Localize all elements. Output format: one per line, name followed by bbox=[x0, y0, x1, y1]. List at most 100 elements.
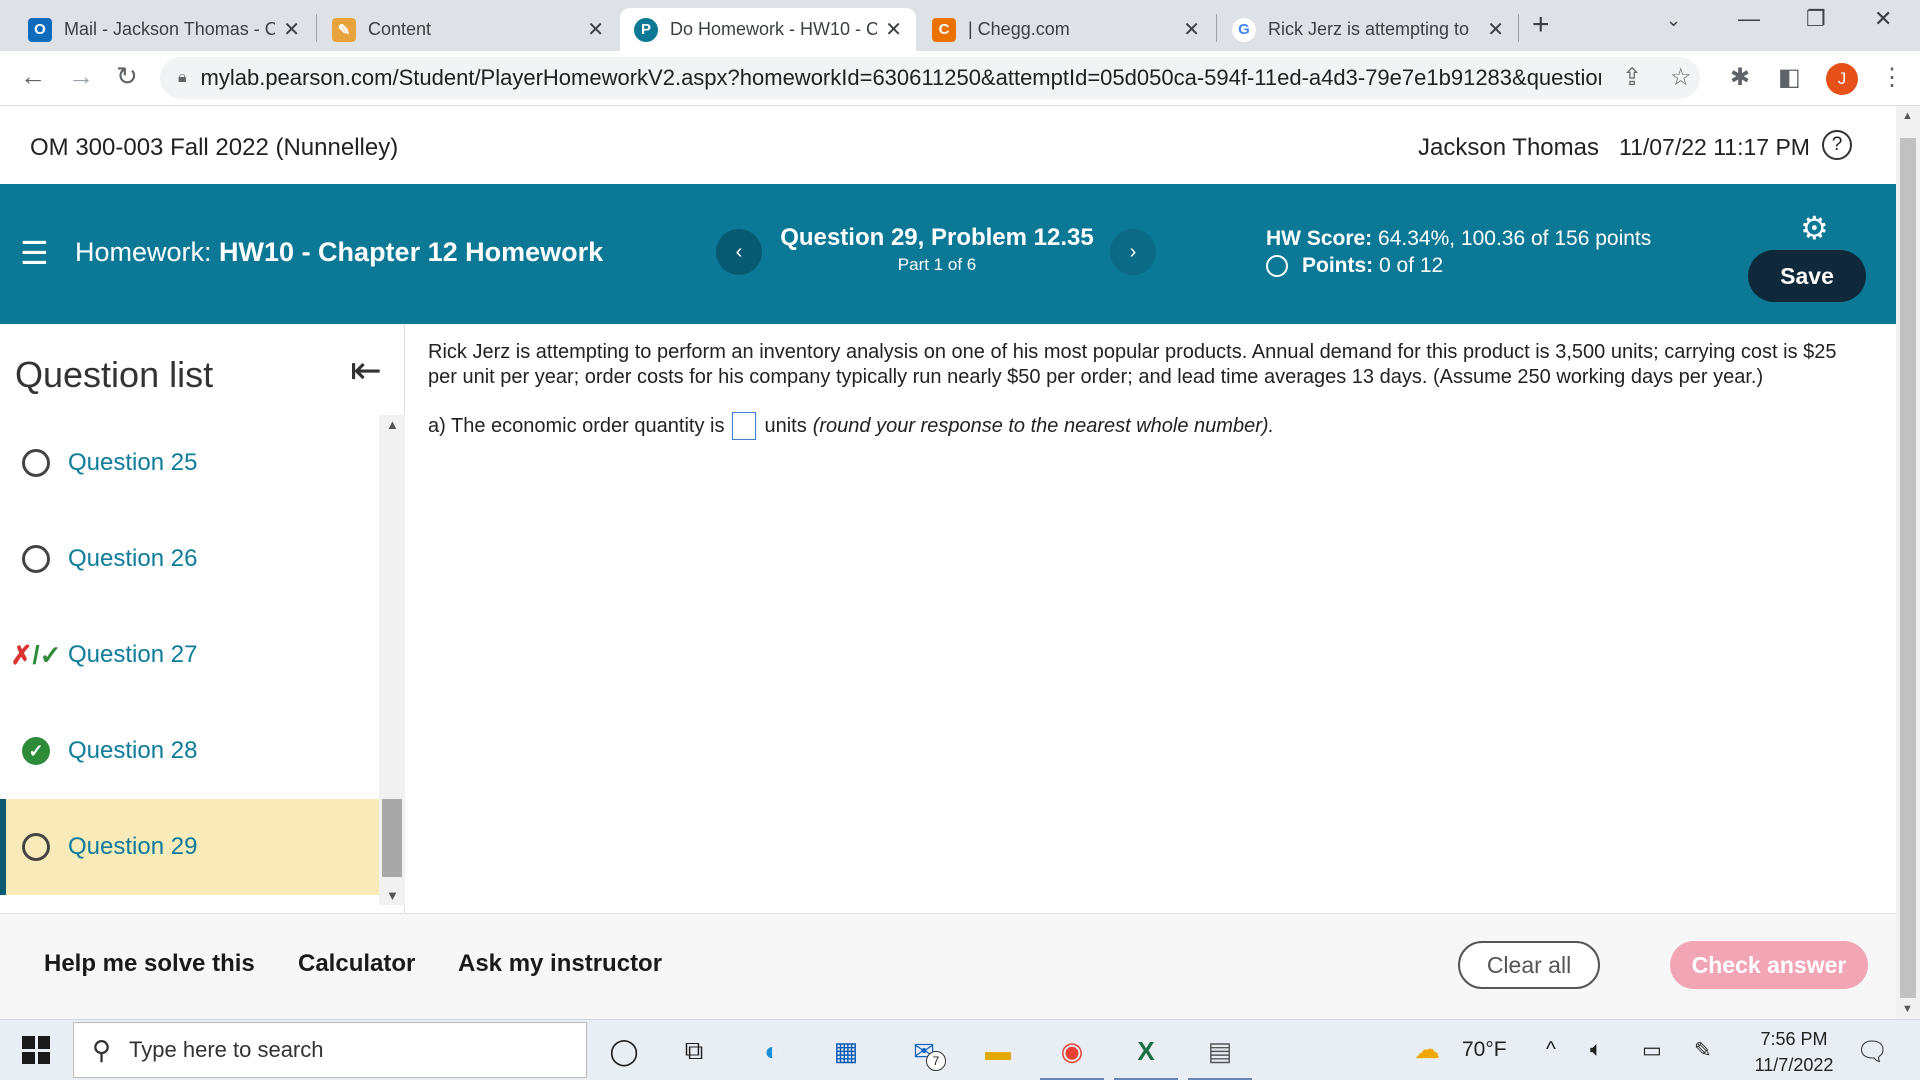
tab-title: Content bbox=[368, 19, 432, 39]
meet-now-icon[interactable]: ▭ bbox=[1642, 1038, 1662, 1063]
save-button[interactable]: Save bbox=[1748, 250, 1866, 302]
pen-icon[interactable]: ✎ bbox=[1694, 1038, 1712, 1063]
file-explorer-icon[interactable]: ▬ bbox=[978, 1031, 1018, 1071]
lock-icon: 🔒︎ bbox=[178, 69, 187, 86]
browser-toolbar: ← → ↻ 🔒︎ mylab.pearson.com/Student/Playe… bbox=[0, 51, 1920, 106]
mail-icon[interactable]: ✉ 7 bbox=[904, 1031, 946, 1071]
volume-muted-icon[interactable]: 🔈︎ bbox=[1590, 1038, 1603, 1062]
weather-icon[interactable]: ☁ bbox=[1414, 1034, 1440, 1065]
question-part: Part 1 of 6 bbox=[897, 255, 977, 274]
reload-icon[interactable]: ↻ bbox=[116, 61, 138, 92]
new-tab-button[interactable]: + bbox=[1532, 8, 1550, 42]
clear-all-button[interactable]: Clear all bbox=[1458, 941, 1600, 989]
task-view-icon[interactable]: ⧉ bbox=[674, 1031, 714, 1071]
close-window-button[interactable]: ✕ bbox=[1874, 6, 1892, 32]
profile-avatar[interactable]: J bbox=[1826, 63, 1858, 95]
bookmark-star-icon[interactable]: ☆ bbox=[1670, 63, 1692, 92]
close-tab-icon[interactable]: ✕ bbox=[283, 17, 300, 42]
chegg-icon: C bbox=[932, 17, 956, 42]
points: Points: 0 of 12 bbox=[1266, 254, 1443, 278]
help-me-solve-link[interactable]: Help me solve this bbox=[44, 950, 255, 978]
scroll-down-icon[interactable]: ▼ bbox=[1902, 1003, 1913, 1015]
chrome-icon[interactable]: ◉ bbox=[1040, 1031, 1104, 1080]
search-placeholder: Type here to search bbox=[129, 1037, 324, 1062]
gear-icon[interactable]: ⚙ bbox=[1800, 209, 1829, 247]
hw-score: HW Score: 64.34%, 100.36 of 156 points bbox=[1266, 227, 1651, 251]
question-title: Question 29, Problem 12.35 bbox=[780, 224, 1094, 251]
part-a-unit: units bbox=[764, 414, 807, 437]
question-item-label: Question 29 bbox=[68, 833, 198, 860]
restore-button[interactable]: ❐ bbox=[1806, 6, 1826, 32]
question-item-27[interactable]: ✗ / ✓ Question 27 bbox=[0, 607, 379, 703]
pearson-icon: P bbox=[634, 17, 658, 42]
question-list-scrollbar[interactable]: ▲ ▼ bbox=[379, 415, 405, 905]
weather-temp[interactable]: 70°F bbox=[1462, 1038, 1507, 1062]
mail-badge: 7 bbox=[926, 1051, 946, 1071]
unanswered-circle-icon bbox=[22, 449, 50, 477]
minimize-button[interactable]: — bbox=[1738, 6, 1760, 32]
windows-start-icon[interactable] bbox=[22, 1036, 50, 1064]
store-icon[interactable]: ▦ bbox=[826, 1031, 866, 1071]
edge-icon[interactable]: ◐ bbox=[752, 1031, 792, 1071]
tray-chevron-icon[interactable]: ^ bbox=[1546, 1038, 1556, 1062]
tab-content[interactable]: ✎ Content ✕ bbox=[318, 8, 618, 51]
calculator-link[interactable]: Calculator bbox=[298, 950, 415, 978]
menu-kebab-icon[interactable]: ⋮ bbox=[1880, 63, 1904, 92]
ask-instructor-link[interactable]: Ask my instructor bbox=[458, 950, 662, 978]
tab-search-icon[interactable]: ⌄ bbox=[1666, 10, 1681, 31]
hamburger-menu-icon[interactable]: ☰ bbox=[20, 234, 49, 272]
homework-label: Homework: bbox=[75, 237, 212, 267]
scroll-up-icon[interactable]: ▲ bbox=[1902, 110, 1913, 122]
taskbar-search-box[interactable]: ⚲ Type here to search bbox=[73, 1022, 587, 1078]
next-question-button[interactable]: › bbox=[1110, 229, 1156, 275]
unanswered-circle-icon bbox=[22, 545, 50, 573]
page-header: OM 300-003 Fall 2022 (Nunnelley) Jackson… bbox=[0, 106, 1896, 184]
page-scrollbar[interactable]: ▲ ▼ bbox=[1896, 106, 1920, 1019]
scroll-down-icon[interactable]: ▼ bbox=[386, 888, 399, 903]
question-item-25[interactable]: Question 25 bbox=[0, 415, 379, 511]
google-icon: G bbox=[1232, 17, 1256, 42]
close-tab-icon[interactable]: ✕ bbox=[885, 17, 902, 42]
tab-mail[interactable]: O Mail - Jackson Thomas - C ✕ bbox=[14, 8, 314, 51]
scrollbar-thumb[interactable] bbox=[1900, 138, 1916, 998]
excel-icon[interactable]: X bbox=[1114, 1031, 1178, 1080]
tab-do-homework[interactable]: P Do Homework - HW10 - C ✕ bbox=[620, 8, 916, 51]
forward-icon[interactable]: → bbox=[68, 61, 94, 92]
tab-chegg[interactable]: C | Chegg.com ✕ bbox=[918, 8, 1214, 51]
address-bar[interactable]: 🔒︎ mylab.pearson.com/Student/PlayerHomew… bbox=[160, 57, 1700, 99]
scrollbar-thumb[interactable] bbox=[382, 799, 402, 877]
question-item-26[interactable]: Question 26 bbox=[0, 511, 379, 607]
search-icon: ⚲ bbox=[92, 1034, 112, 1065]
eoq-answer-input[interactable] bbox=[732, 412, 757, 440]
question-item-28[interactable]: ✓ Question 28 bbox=[0, 703, 379, 799]
question-text: Rick Jerz is attempting to perform an in… bbox=[428, 341, 1837, 388]
outlook-icon: O bbox=[28, 17, 52, 42]
scroll-up-icon[interactable]: ▲ bbox=[386, 417, 399, 432]
share-icon[interactable]: ⇪ bbox=[1622, 63, 1642, 92]
collapse-panel-icon[interactable]: ⇤ bbox=[350, 348, 382, 393]
clock-date: 11/7/2022 bbox=[1754, 1055, 1834, 1075]
close-tab-icon[interactable]: ✕ bbox=[1183, 17, 1200, 42]
back-icon[interactable]: ← bbox=[20, 61, 46, 92]
side-panel-icon[interactable]: ◧ bbox=[1778, 63, 1801, 92]
close-tab-icon[interactable]: ✕ bbox=[587, 17, 604, 42]
taskbar-clock[interactable]: 7:56 PM 11/7/2022 bbox=[1744, 1026, 1844, 1078]
notification-icon[interactable]: 🗨︎ bbox=[1856, 1036, 1889, 1067]
question-item-label: Question 28 bbox=[68, 737, 198, 764]
url-text: mylab.pearson.com/Student/PlayerHomework… bbox=[200, 65, 1601, 90]
calculator-app-icon[interactable]: ▤ bbox=[1188, 1031, 1252, 1080]
tab-google[interactable]: G Rick Jerz is attempting to ✕ bbox=[1218, 8, 1518, 51]
hw-score-label: HW Score: bbox=[1266, 227, 1373, 250]
extensions-icon[interactable]: ✱ bbox=[1730, 63, 1750, 92]
partial-credit-icon: ✗ / ✓ bbox=[10, 639, 62, 670]
close-tab-icon[interactable]: ✕ bbox=[1487, 17, 1504, 42]
homework-bar: ☰ Homework: HW10 - Chapter 12 Homework ‹… bbox=[0, 184, 1896, 324]
check-answer-button[interactable]: Check answer bbox=[1670, 941, 1868, 989]
points-value: 0 of 12 bbox=[1379, 254, 1444, 277]
help-icon[interactable]: ? bbox=[1822, 130, 1852, 160]
points-status-icon bbox=[1266, 255, 1288, 277]
question-item-29[interactable]: Question 29 bbox=[0, 799, 379, 895]
pencil-icon: ✎ bbox=[332, 17, 356, 42]
question-item-label: Question 27 bbox=[68, 641, 198, 668]
cortana-icon[interactable]: ◯ bbox=[604, 1031, 644, 1071]
